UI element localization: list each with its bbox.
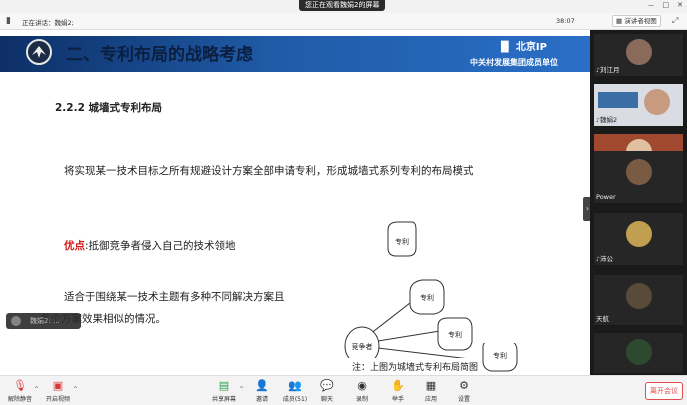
members-icon: 👥 bbox=[288, 379, 302, 392]
avatar bbox=[626, 283, 652, 309]
participant-panel: ♪ 刘江月 ♪ 魏娟2 Power ♪ 沛公 天航 bbox=[590, 30, 687, 375]
slide-title: 二、专利布局的战略考虑 bbox=[66, 45, 253, 65]
meeting-window: 您正在观看魏娟2的屏幕 － □ ✕ ▮ 正在讲话：魏娟2; 38:07 ▦ 演讲… bbox=[0, 0, 687, 405]
grid-icon: ▦ bbox=[616, 17, 625, 25]
slide-header: 二、专利布局的战略考虑 ▐▌ 北京IP 中关村发展集团成员单位 bbox=[0, 30, 590, 82]
participant-name: 沛公 bbox=[600, 255, 613, 263]
participant-name: 魏娟2 bbox=[600, 116, 618, 124]
avatar bbox=[644, 89, 670, 115]
avatar bbox=[626, 339, 652, 365]
definition-paragraph: 将实现某一技术目标之所有规避设计方案全部申请专利，形成城墙式系列专利的布局模式 bbox=[64, 165, 474, 177]
chevron-up-icon[interactable]: ^ bbox=[73, 386, 78, 393]
participant-tile[interactable]: 天航 bbox=[594, 275, 683, 325]
chat-button[interactable]: 💬 聊天 bbox=[308, 379, 346, 403]
participant-tile[interactable]: ♪ 沛公 bbox=[594, 213, 683, 265]
control-strip: ▮ 正在讲话：魏娟2; 38:07 ▦ 演讲者视图 ⤢ bbox=[0, 13, 687, 30]
camera-off-icon: ▣ bbox=[52, 379, 64, 392]
share-label: 共享屏幕 bbox=[211, 396, 236, 403]
gear-icon: ⚙ bbox=[459, 379, 469, 392]
shared-slide: 二、专利布局的战略考虑 ▐▌ 北京IP 中关村发展集团成员单位 2.2.2 城墙… bbox=[0, 30, 590, 375]
participant-tile[interactable] bbox=[594, 333, 683, 373]
patent-label-1: 专利 bbox=[395, 237, 409, 246]
speaker-view-button[interactable]: ▦ 演讲者视图 bbox=[612, 15, 661, 27]
participant-tile[interactable]: Power bbox=[594, 151, 683, 203]
record-icon: ◉ bbox=[357, 379, 367, 392]
participant-name: Power bbox=[596, 193, 616, 201]
avatar bbox=[626, 221, 652, 247]
participant-name: 刘江月 bbox=[600, 66, 620, 74]
meeting-toolbar: 🎙 解除静音 ^ ▣ 开启视频 ^ ▤ 共享屏幕 ^ 👤 邀请 👥 成员(51)… bbox=[0, 375, 687, 405]
chat-popup[interactable]: 魏娟2: ... bbox=[6, 313, 81, 329]
speaker-icon: ▮ bbox=[6, 16, 11, 26]
video-label: 开启视频 bbox=[45, 396, 70, 403]
record-label: 录制 bbox=[355, 396, 368, 403]
participant-tile[interactable]: ♪ 刘江月 bbox=[594, 34, 683, 76]
invite-icon: 👤 bbox=[255, 379, 269, 392]
org-name: 中关村发展集团成员单位 bbox=[470, 58, 558, 67]
record-button[interactable]: ◉ 录制 bbox=[343, 379, 381, 403]
participant-name: 天航 bbox=[596, 315, 609, 323]
apps-icon: ▦ bbox=[425, 379, 437, 392]
fullscreen-icon[interactable]: ⤢ bbox=[672, 16, 678, 26]
chat-label: 聊天 bbox=[320, 396, 333, 403]
speaking-label: 正在讲话：魏娟2; bbox=[22, 19, 74, 27]
patent-label-2: 专利 bbox=[420, 293, 434, 302]
chat-popup-text: 魏娟2: ... bbox=[30, 317, 60, 325]
share-screen-button[interactable]: ▤ 共享屏幕 bbox=[205, 379, 243, 403]
avatar bbox=[11, 316, 21, 326]
org-logo-text: 北京IP bbox=[515, 42, 547, 53]
settings-button[interactable]: ⚙ 设置 bbox=[445, 379, 483, 403]
video-background bbox=[598, 92, 638, 108]
minimize-icon[interactable]: － bbox=[648, 1, 655, 11]
share-screen-icon: ▤ bbox=[218, 379, 230, 392]
screen-share-banner: 您正在观看魏娟2的屏幕 bbox=[299, 0, 386, 11]
maximize-icon[interactable]: □ bbox=[663, 1, 670, 11]
close-icon[interactable]: ✕ bbox=[677, 1, 683, 11]
avatar bbox=[626, 159, 652, 185]
org-logo: ▐▌ 北京IP bbox=[497, 38, 547, 53]
diagram-note: 注：上图为城墙式专利布局简图 bbox=[352, 363, 479, 373]
eagle-icon bbox=[32, 46, 46, 58]
chat-icon: 💬 bbox=[320, 379, 334, 392]
section-subtitle: 2.2.2 城墙式专利布局 bbox=[55, 102, 163, 114]
patent-label-3: 专利 bbox=[448, 330, 462, 339]
meeting-timer: 38:07 bbox=[556, 17, 575, 25]
patent-wall-diagram: 专利 专利 专利 竞争者 bbox=[344, 221, 473, 358]
ip-logo-icon: ▐▌ bbox=[497, 42, 516, 53]
advantage-line: 优点:抵御竞争者侵入自己的技术领地 bbox=[64, 238, 236, 253]
hand-icon: ✋ bbox=[391, 379, 405, 392]
leave-meeting-button[interactable]: 离开会议 bbox=[645, 382, 683, 400]
mic-muted-icon: 🎙 bbox=[13, 379, 27, 392]
title-bar: 您正在观看魏娟2的屏幕 － □ ✕ bbox=[0, 0, 687, 13]
participant-tile[interactable]: ♪ 魏娟2 bbox=[594, 84, 683, 126]
speaker-view-label: 演讲者视图 bbox=[624, 17, 657, 25]
advantage-label: 优点 bbox=[64, 240, 85, 252]
video-button[interactable]: ▣ 开启视频 bbox=[39, 379, 77, 403]
settings-label: 设置 bbox=[457, 396, 470, 403]
patent-label-4: 专利 bbox=[493, 351, 507, 360]
window-controls: － □ ✕ bbox=[648, 1, 684, 11]
competitor-label: 竞争者 bbox=[352, 342, 373, 351]
slide-logo bbox=[26, 39, 52, 65]
advantage-text: :抵御竞争者侵入自己的技术领地 bbox=[85, 240, 236, 252]
mute-label: 解除静音 bbox=[7, 396, 32, 403]
avatar bbox=[626, 39, 652, 65]
